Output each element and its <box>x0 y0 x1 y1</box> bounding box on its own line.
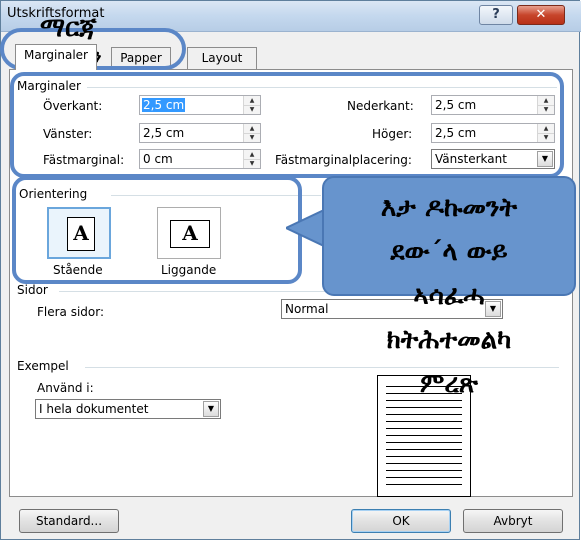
preview-line <box>386 435 462 436</box>
margins-highlight-box <box>10 72 564 178</box>
multiple-pages-label: Flera sidor: <box>37 305 105 319</box>
chevron-down-icon[interactable]: ▼ <box>203 401 219 417</box>
preview-line <box>386 463 462 464</box>
apply-to-label: Använd i: <box>37 381 94 395</box>
preview-line <box>386 449 462 450</box>
preview-line <box>386 414 462 415</box>
preview-line <box>386 484 462 485</box>
annotation-top-text: ማርጃ <box>40 13 97 43</box>
close-button[interactable]: ✕ <box>517 5 565 25</box>
callout-line: ደው´ላ ውይ <box>390 237 508 267</box>
callout-line: ክትሕተመልካ <box>386 325 512 355</box>
help-button[interactable]: ? <box>479 5 513 25</box>
apply-to-value[interactable]: I hela dokumentet <box>39 402 148 416</box>
apply-to-select[interactable]: I hela dokumentet ▼ <box>35 399 221 419</box>
preview-line <box>386 470 462 471</box>
tab-margins[interactable]: Marginaler <box>15 44 97 70</box>
cancel-button[interactable]: Avbryt <box>463 509 563 533</box>
pages-group-label: Sidor <box>17 283 48 297</box>
preview-group-label: Exempel <box>17 359 69 373</box>
preview-line <box>386 477 462 478</box>
preview-line <box>386 428 462 429</box>
set-default-button[interactable]: Standard... <box>19 509 119 533</box>
callout-line: እታ ዶኩመንት <box>380 193 518 223</box>
tab-layout[interactable]: Layout <box>187 47 257 69</box>
callout-text: እታ ዶኩመንት ደው´ላ ውይ ኣሳፈሓ ክትሕተመልካ ምረጽ <box>330 186 568 406</box>
preview-line <box>386 421 462 422</box>
orientation-highlight-box <box>12 176 302 284</box>
preview-line <box>386 407 462 408</box>
callout-line: ምረጽ <box>420 369 478 399</box>
preview-line <box>386 456 462 457</box>
bubble-pointer <box>286 210 325 248</box>
multiple-pages-value[interactable]: Normal <box>285 302 328 316</box>
ok-button[interactable]: OK <box>351 509 451 533</box>
callout-line: ኣሳፈሓ <box>413 281 485 311</box>
preview-line <box>386 442 462 443</box>
